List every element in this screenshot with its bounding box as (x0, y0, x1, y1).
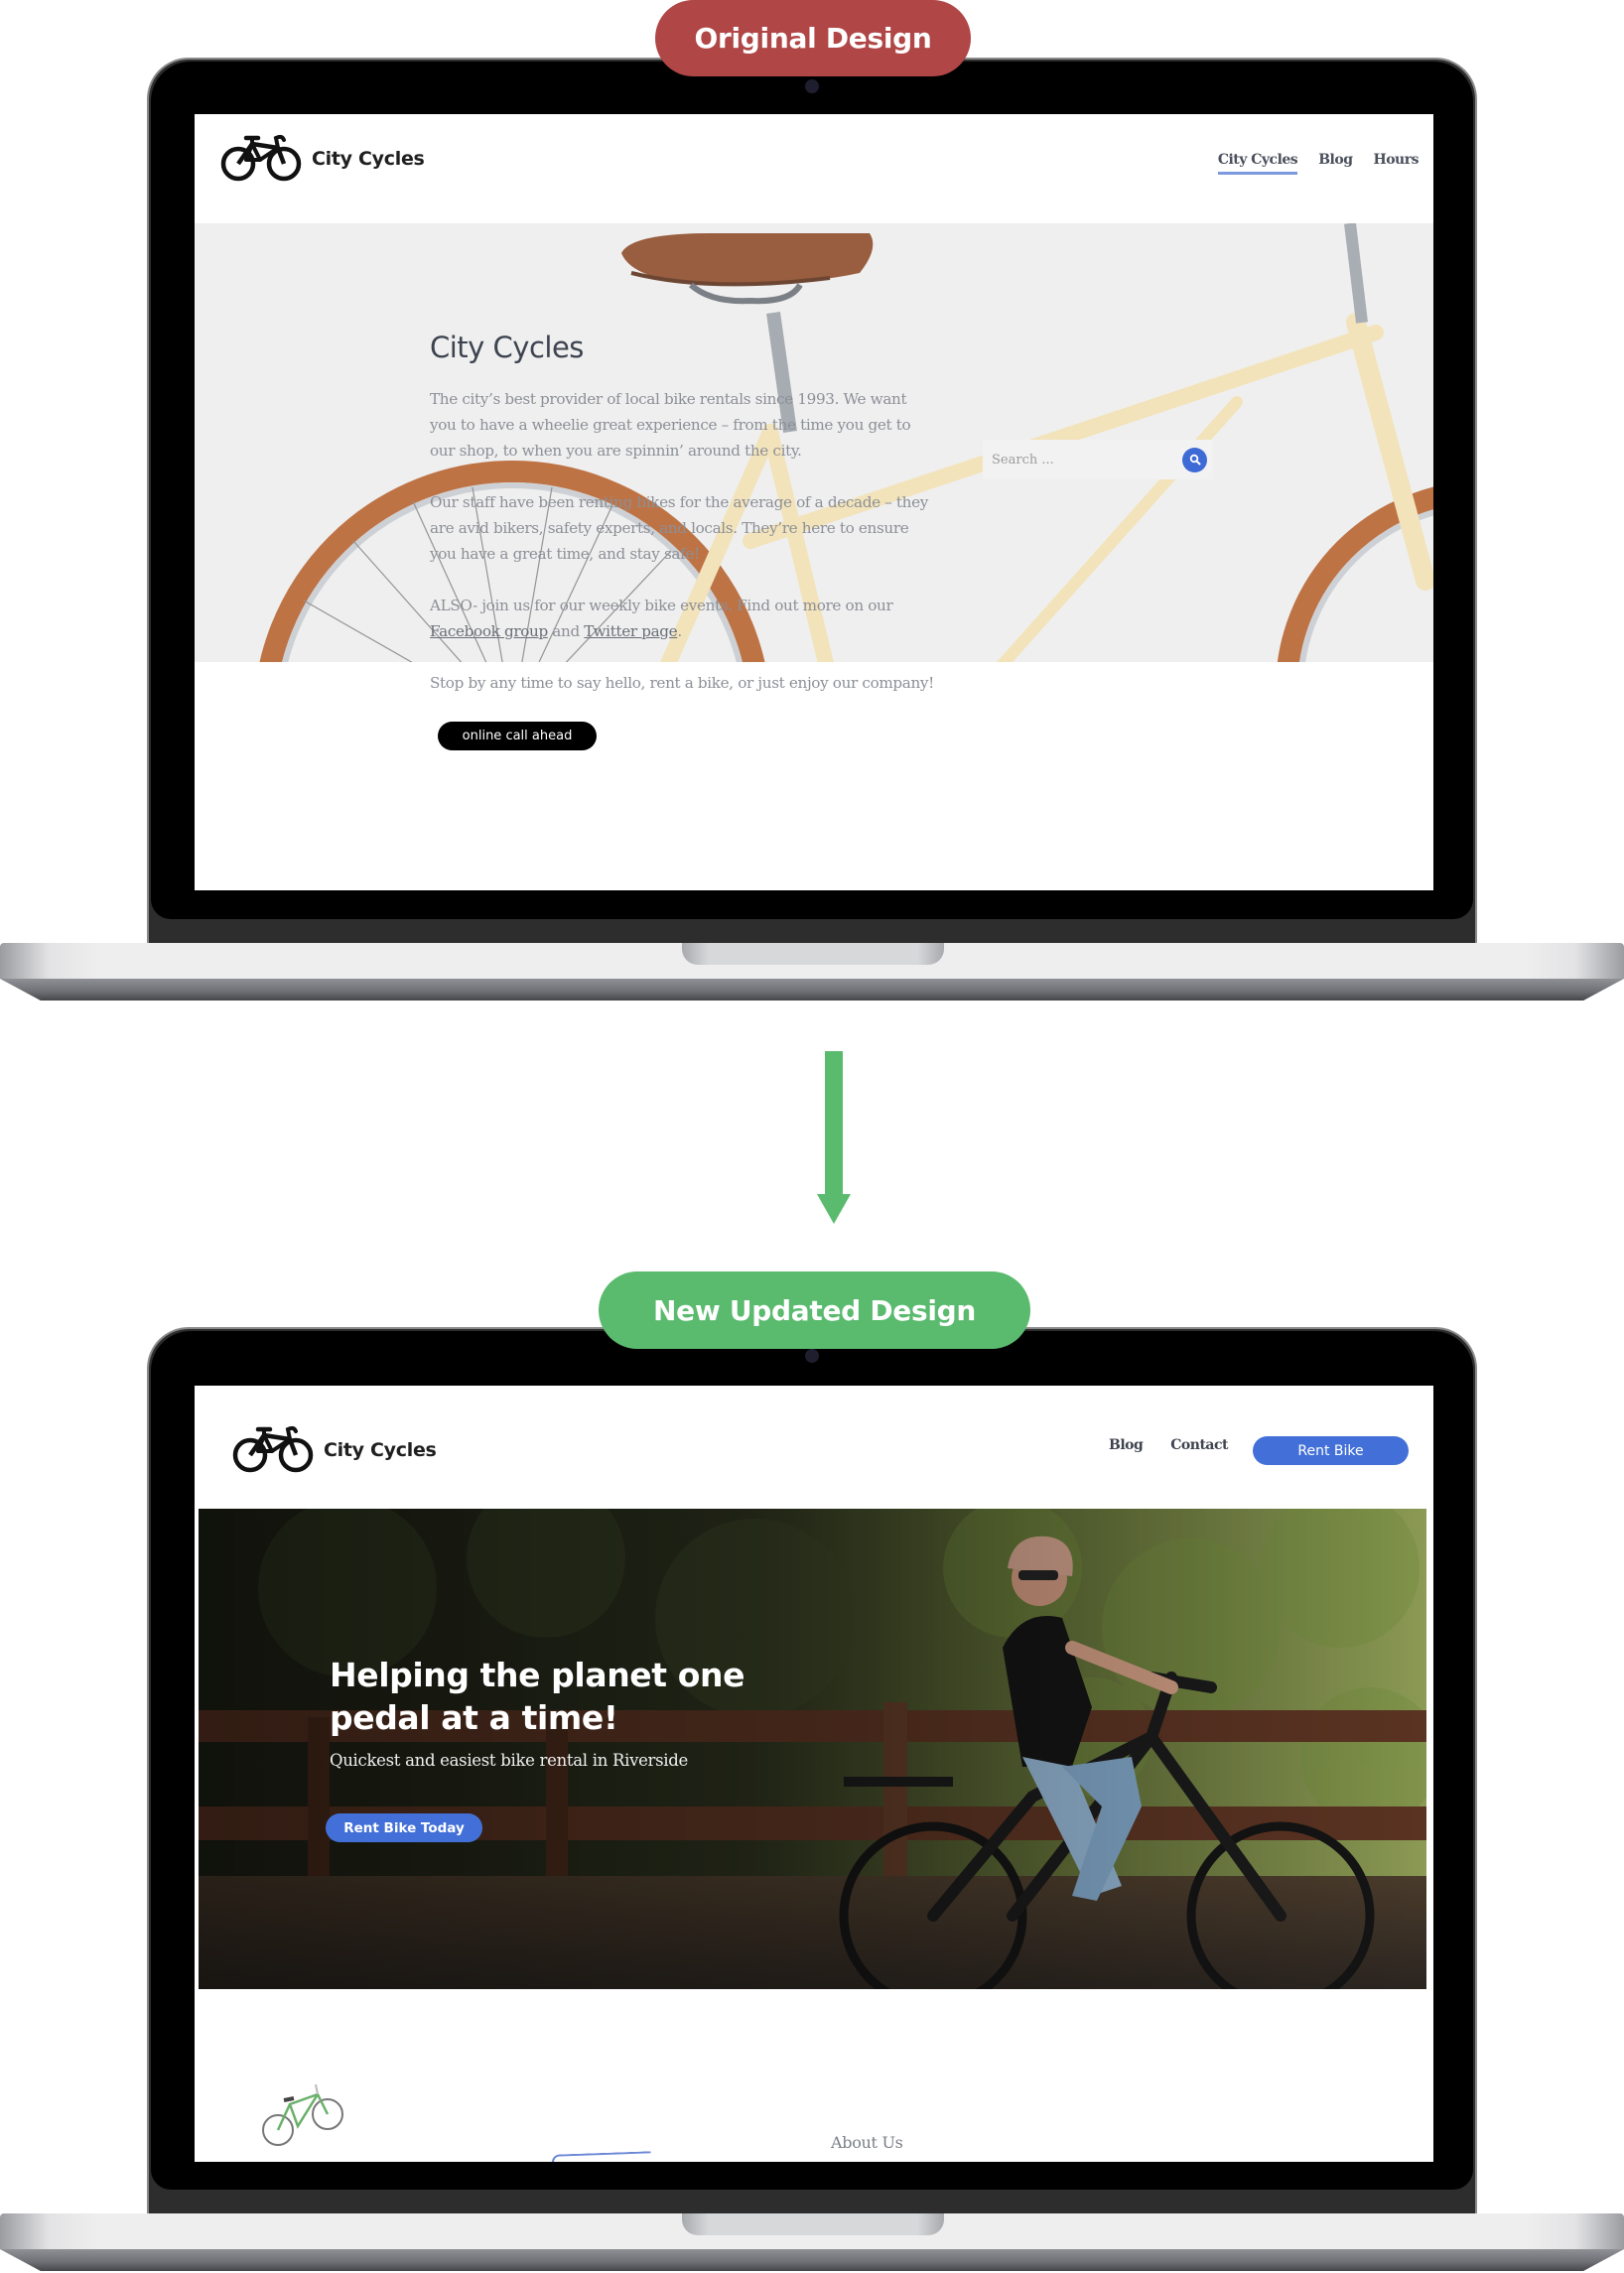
webcam (805, 79, 819, 93)
events-paragraph: ALSO- join us for our weekly bike events… (430, 593, 936, 644)
facebook-group-link[interactable]: Facebook group (430, 622, 548, 640)
events-text-middle: and (547, 622, 585, 640)
closing-paragraph: Stop by any time to say hello, rent a bi… (430, 674, 934, 692)
rent-bike-today-button[interactable]: Rent Bike Today (326, 1813, 482, 1842)
rent-bike-button[interactable]: Rent Bike (1253, 1436, 1409, 1465)
partial-card-outline (551, 2151, 652, 2162)
hero-subheading: Quickest and easiest bike rental in Rive… (330, 1751, 689, 1770)
site-logo[interactable]: City Cycles (220, 132, 425, 186)
laptop-base-original (0, 943, 1624, 1001)
search-button[interactable] (1182, 447, 1207, 472)
nav-link-hours[interactable]: Hours (1373, 152, 1419, 175)
original-design-label: Original Design (655, 0, 971, 76)
logo-text: City Cycles (312, 148, 425, 170)
main-nav: City Cycles Blog Hours (1217, 152, 1419, 175)
site-logo[interactable]: City Cycles (232, 1423, 437, 1477)
events-text-prefix: ALSO- join us for our weekly bike events… (430, 597, 893, 614)
intro-content: City Cycles The city’s best provider of … (430, 331, 936, 750)
hero-banner: Helping the planet one pedal at a time! … (199, 1509, 1426, 1989)
staff-paragraph: Our staff have been renting bikes for th… (430, 493, 928, 563)
updated-design-label: New Updated Design (599, 1271, 1030, 1349)
green-bicycle-illustration (260, 2080, 349, 2154)
laptop-hinge-notch (682, 943, 944, 965)
site-header: City Cycles City Cycles Blog Hours (195, 114, 1433, 223)
events-text-suffix: . (677, 622, 682, 640)
search-icon (1189, 454, 1200, 466)
about-us-heading: About Us (831, 2133, 903, 2152)
bicycle-logo-icon (220, 132, 304, 186)
nav-link-blog[interactable]: Blog (1109, 1437, 1144, 1453)
bicycle-logo-icon (232, 1423, 316, 1477)
laptop-base-updated (0, 2213, 1624, 2271)
hero-text: Helping the planet one pedal at a time! … (330, 1654, 786, 1770)
updated-website-screen: City Cycles Blog Contact Rent Bike Helpi… (195, 1386, 1433, 2162)
hero-title: City Cycles (430, 331, 584, 364)
nav-link-blog[interactable]: Blog (1318, 152, 1353, 175)
search-box (983, 440, 1213, 479)
online-call-ahead-button[interactable]: online call ahead (438, 722, 597, 750)
laptop-hinge-notch (682, 2213, 944, 2235)
down-arrow-icon (825, 1051, 843, 1198)
nav-link-city-cycles[interactable]: City Cycles (1217, 152, 1298, 175)
twitter-page-link[interactable]: Twitter page (584, 622, 677, 640)
logo-text: City Cycles (324, 1439, 437, 1461)
nav-link-contact[interactable]: Contact (1170, 1437, 1228, 1453)
intro-paragraph: The city’s best provider of local bike r… (430, 390, 911, 460)
webcam (805, 1349, 819, 1363)
main-nav: Blog Contact (1109, 1437, 1256, 1453)
original-website-screen: City Cycles City Cycles Blog Hours City … (195, 114, 1433, 890)
search-input[interactable] (992, 452, 1150, 468)
hero-heading: Helping the planet one pedal at a time! (330, 1656, 745, 1737)
arrow-head-icon (817, 1194, 851, 1224)
